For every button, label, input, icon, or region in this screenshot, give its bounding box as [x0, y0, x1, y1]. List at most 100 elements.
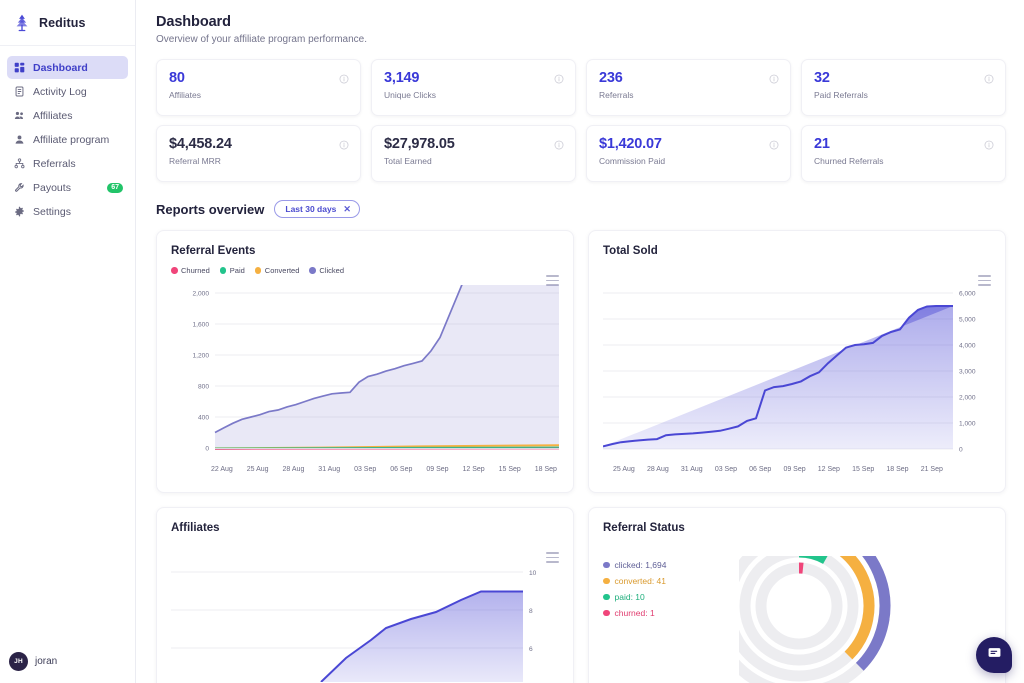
radial-chart [739, 556, 999, 683]
svg-text:0: 0 [959, 447, 963, 454]
stat-value: $1,420.07 [599, 136, 778, 152]
chart-card-total-sold: Total Sold [588, 230, 1006, 493]
info-icon[interactable] [554, 137, 564, 147]
stat-value: $27,978.05 [384, 136, 563, 152]
stat-value: 21 [814, 136, 993, 152]
plot-area: 6,000 5,000 4,000 3,000 2,000 1,000 0 [603, 285, 991, 473]
x-tick: 25 Aug [613, 466, 635, 473]
info-icon[interactable] [984, 137, 994, 147]
date-filter-chip[interactable]: Last 30 days ✕ [274, 200, 360, 218]
svg-text:8: 8 [529, 608, 533, 615]
svg-text:800: 800 [198, 384, 209, 391]
sidebar-item-settings[interactable]: Settings [7, 200, 128, 223]
info-icon[interactable] [339, 71, 349, 81]
sidebar-item-activity-log[interactable]: Activity Log [7, 80, 128, 103]
plot-area: 2,000 1,600 1,200 800 400 0 [171, 285, 559, 473]
sidebar-item-referrals[interactable]: Referrals [7, 152, 128, 175]
svg-text:4,000: 4,000 [959, 343, 976, 350]
chart-card-referral-events: Referral Events Churned Paid Converte [156, 230, 574, 493]
brand[interactable]: Reditus [0, 0, 135, 46]
chart-title: Affiliates [171, 522, 559, 534]
stat-card-unique-clicks[interactable]: 3,149 Unique Clicks [371, 59, 576, 116]
sidebar-item-label: Affiliate program [33, 134, 109, 146]
stat-card-referral-mrr[interactable]: $4,458.24 Referral MRR [156, 125, 361, 182]
x-tick: 06 Sep [390, 466, 412, 473]
legend-item-clicked[interactable]: Clicked [309, 266, 344, 275]
close-icon[interactable]: ✕ [343, 205, 351, 214]
x-tick: 18 Sep [886, 466, 908, 473]
legend-item-paid[interactable]: Paid [220, 266, 245, 275]
legend-label: Clicked [319, 266, 344, 275]
brand-name: Reditus [39, 16, 86, 30]
legend-swatch [603, 594, 610, 601]
stat-label: Referrals [599, 90, 778, 100]
sidebar-item-label: Referrals [33, 158, 76, 170]
x-tick: 03 Sep [715, 466, 737, 473]
stat-label: Total Earned [384, 156, 563, 166]
legend-swatch [255, 267, 262, 274]
avatar: JH [9, 652, 28, 671]
date-filter-label: Last 30 days [285, 204, 336, 214]
legend-label: Converted [265, 266, 300, 275]
wrench-icon [14, 182, 25, 193]
svg-text:6: 6 [529, 646, 533, 653]
sidebar-user[interactable]: JH joran [9, 652, 57, 671]
x-tick: 21 Sep [921, 466, 943, 473]
x-tick: 12 Sep [818, 466, 840, 473]
svg-text:5,000: 5,000 [959, 317, 976, 324]
x-tick: 28 Aug [283, 466, 305, 473]
x-tick: 12 Sep [462, 466, 484, 473]
stat-value: $4,458.24 [169, 136, 348, 152]
legend-swatch [309, 267, 316, 274]
sidebar-item-payouts[interactable]: Payouts 67 [7, 176, 128, 199]
info-icon[interactable] [769, 137, 779, 147]
user-icon [14, 134, 25, 145]
chart-row: Affiliates 10 [156, 507, 1006, 683]
x-tick: 03 Sep [354, 466, 376, 473]
stat-card-churned-referrals[interactable]: 21 Churned Referrals [801, 125, 1006, 182]
legend-label: converted: 41 [615, 576, 667, 586]
legend-swatch [603, 578, 610, 585]
x-tick: 09 Sep [783, 466, 805, 473]
x-tick: 22 Aug [211, 466, 233, 473]
sidebar: Reditus Dashboard Activity Log [0, 0, 136, 683]
stat-value: 32 [814, 70, 993, 86]
stat-card-commission-paid[interactable]: $1,420.07 Commission Paid [586, 125, 791, 182]
legend-label: Churned [181, 266, 210, 275]
chart-card-affiliates: Affiliates 10 [156, 507, 574, 683]
stat-card-referrals[interactable]: 236 Referrals [586, 59, 791, 116]
info-icon[interactable] [339, 137, 349, 147]
grid-icon [14, 62, 25, 73]
info-icon[interactable] [769, 71, 779, 81]
sidebar-item-label: Settings [33, 206, 71, 218]
stat-card-total-earned[interactable]: $27,978.05 Total Earned [371, 125, 576, 182]
x-axis-labels: 22 Aug 25 Aug 28 Aug 31 Aug 03 Sep 06 Se… [171, 466, 559, 473]
stat-card-paid-referrals[interactable]: 32 Paid Referrals [801, 59, 1006, 116]
page-title: Dashboard [156, 14, 1006, 30]
chat-launcher-button[interactable] [976, 637, 1012, 673]
x-tick: 15 Sep [499, 466, 521, 473]
svg-text:10: 10 [529, 570, 537, 577]
x-tick: 31 Aug [681, 466, 703, 473]
share-icon [14, 158, 25, 169]
series-area-clicked [215, 285, 559, 449]
sidebar-item-dashboard[interactable]: Dashboard [7, 56, 128, 79]
info-icon[interactable] [554, 71, 564, 81]
sidebar-item-label: Activity Log [33, 86, 87, 98]
sidebar-item-affiliates[interactable]: Affiliates [7, 104, 128, 127]
sidebar-item-label: Affiliates [33, 110, 73, 122]
legend-item-churned[interactable]: Churned [171, 266, 210, 275]
gear-icon [14, 206, 25, 217]
chart-title: Referral Status [603, 522, 991, 534]
series-area-affiliates [321, 592, 523, 683]
users-icon [14, 110, 25, 121]
sidebar-item-affiliate-program[interactable]: Affiliate program [7, 128, 128, 151]
svg-text:3,000: 3,000 [959, 369, 976, 376]
svg-text:1,000: 1,000 [959, 421, 976, 428]
payouts-badge: 67 [107, 183, 123, 193]
info-icon[interactable] [984, 71, 994, 81]
svg-text:1,200: 1,200 [192, 353, 209, 360]
legend-item-converted[interactable]: Converted [255, 266, 300, 275]
svg-text:6,000: 6,000 [959, 291, 976, 298]
stat-card-affiliates[interactable]: 80 Affiliates [156, 59, 361, 116]
